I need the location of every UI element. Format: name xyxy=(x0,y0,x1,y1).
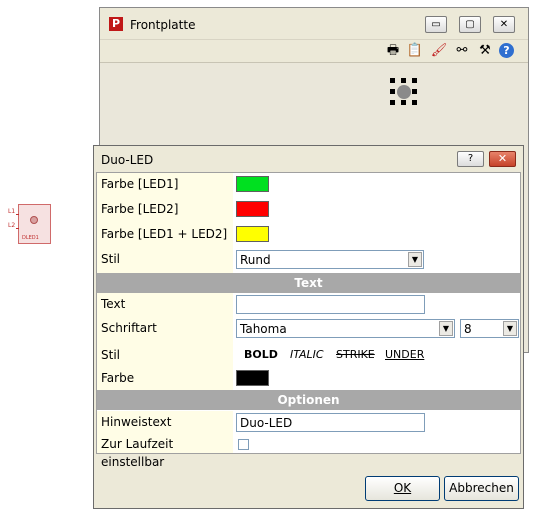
component-label: DLED1 xyxy=(22,235,39,241)
help-button[interactable]: ? xyxy=(457,151,484,167)
cancel-button[interactable]: Abbrechen xyxy=(444,476,519,501)
pin-label-l2: L2 xyxy=(8,222,16,229)
text-input[interactable] xyxy=(236,295,425,314)
row-hinweistext: Hinweistext Duo-LED xyxy=(97,411,520,436)
label-farbe-led1: Farbe [LED1] xyxy=(97,173,233,198)
font-value: Tahoma xyxy=(240,322,287,336)
color-swatch-led12[interactable] xyxy=(236,226,269,242)
dialog-titlebar[interactable]: Duo-LED ? ✕ xyxy=(94,146,523,172)
selection-handle[interactable] xyxy=(390,89,395,94)
pin-line xyxy=(16,214,19,215)
chevron-down-icon[interactable]: ▼ xyxy=(408,252,422,267)
row-farbe-led1: Farbe [LED1] xyxy=(97,173,520,198)
selection-handle[interactable] xyxy=(412,100,417,105)
close-button[interactable]: ✕ xyxy=(489,151,516,167)
ok-label: OK xyxy=(393,481,412,495)
pin-label-l1: L1 xyxy=(8,208,16,215)
color-swatch-text[interactable] xyxy=(236,370,269,386)
chevron-down-icon[interactable]: ▼ xyxy=(439,321,453,336)
laufzeit-checkbox[interactable] xyxy=(238,439,249,450)
row-stil: Stil Rund ▼ xyxy=(97,248,520,273)
close-button[interactable]: ✕ xyxy=(493,16,515,33)
section-header-text: Text xyxy=(97,273,520,293)
font-size-value: 8 xyxy=(464,322,472,336)
label-farbe-led12: Farbe [LED1 + LED2] xyxy=(97,223,233,248)
window-title: Frontplatte xyxy=(130,18,196,32)
restore-button[interactable]: ▢ xyxy=(459,16,481,33)
property-grid: Farbe [LED1] Farbe [LED2] Farbe [LED1 + … xyxy=(96,172,521,469)
help-icon[interactable]: ? xyxy=(499,43,514,58)
color-swatch-led2[interactable] xyxy=(236,201,269,217)
minimize-button[interactable]: ▭ xyxy=(425,16,447,33)
hinweistext-input[interactable]: Duo-LED xyxy=(236,413,425,432)
print-icon[interactable]: 🖶 xyxy=(384,42,402,60)
dialog-title: Duo-LED xyxy=(101,153,154,167)
label-laufzeit: Zur Laufzeit einstellbar xyxy=(97,435,233,469)
brush-icon[interactable]: 🖌 xyxy=(430,42,448,60)
row-textstil: Stil BOLD ITALIC STRIKE UNDER xyxy=(97,342,520,367)
label-hinweistext: Hinweistext xyxy=(97,411,233,436)
label-stil: Stil xyxy=(97,248,233,273)
led-widget-selected[interactable] xyxy=(390,78,418,106)
selection-handle[interactable] xyxy=(390,78,395,83)
selection-handle[interactable] xyxy=(412,78,417,83)
row-schriftart: Schriftart Tahoma ▼ 8 ▼ xyxy=(97,317,520,342)
font-size-select[interactable]: 8 ▼ xyxy=(460,319,519,338)
stil-value: Rund xyxy=(240,253,271,267)
label-text: Text xyxy=(97,293,233,318)
label-farbe-text: Farbe xyxy=(97,367,233,392)
row-farbe-led2: Farbe [LED2] xyxy=(97,198,520,223)
row-laufzeit: Zur Laufzeit einstellbar xyxy=(97,435,520,469)
row-text: Text xyxy=(97,293,520,318)
selection-handle[interactable] xyxy=(401,78,406,83)
hinweistext-value: Duo-LED xyxy=(240,416,293,430)
pin-line xyxy=(16,228,19,229)
led-icon xyxy=(397,85,411,99)
font-select[interactable]: Tahoma ▼ xyxy=(236,319,455,338)
underline-button[interactable]: UNDER xyxy=(385,348,424,361)
stil-select[interactable]: Rund ▼ xyxy=(236,250,424,269)
app-logo-icon: P xyxy=(109,17,123,31)
label-schriftart: Schriftart xyxy=(97,317,233,342)
duo-led-dialog: Duo-LED ? ✕ Farbe [LED1] Farbe [LED2] Fa… xyxy=(93,145,524,509)
selection-handle[interactable] xyxy=(390,100,395,105)
tools-icon[interactable]: ⚒ xyxy=(476,42,494,60)
ok-button[interactable]: OK xyxy=(365,476,440,501)
selection-handle[interactable] xyxy=(401,100,406,105)
row-farbe-text: Farbe xyxy=(97,367,520,392)
color-swatch-led1[interactable] xyxy=(236,176,269,192)
duo-led-component[interactable]: L1 L2 DLED1 xyxy=(8,204,51,244)
frontplatte-toolbar: 🖶 📋 🖌 ⚯ ⚒ ? xyxy=(100,40,528,63)
frontplatte-titlebar[interactable]: P Frontplatte ▭ ▢ ✕ xyxy=(100,8,528,40)
led-dot-icon xyxy=(30,216,38,224)
strike-button[interactable]: STRIKE xyxy=(336,348,375,361)
label-farbe-led2: Farbe [LED2] xyxy=(97,198,233,223)
link-icon[interactable]: ⚯ xyxy=(453,42,471,60)
selection-handle[interactable] xyxy=(412,89,417,94)
paste-icon[interactable]: 📋 xyxy=(406,42,424,60)
row-farbe-led12: Farbe [LED1 + LED2] xyxy=(97,223,520,248)
section-header-optionen: Optionen xyxy=(97,390,520,410)
chevron-down-icon[interactable]: ▼ xyxy=(503,321,517,336)
bold-button[interactable]: BOLD xyxy=(244,348,278,361)
italic-button[interactable]: ITALIC xyxy=(290,348,324,361)
label-textstil: Stil xyxy=(97,342,233,367)
